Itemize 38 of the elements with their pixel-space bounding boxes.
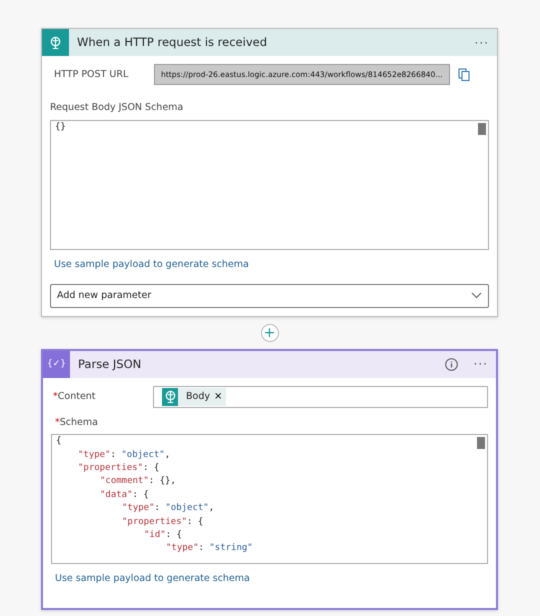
dropdown-value: Add new parameter — [57, 288, 152, 303]
card-title: Parse JSON — [78, 356, 142, 373]
token-label: Body — [186, 390, 210, 404]
code-line: { — [55, 435, 62, 448]
field-label: Schema — [60, 416, 98, 428]
field-label: Request Body JSON Schema — [50, 101, 184, 116]
code-line: "properties": { — [121, 516, 204, 529]
more-button[interactable]: ··· — [474, 34, 489, 52]
code-editor[interactable]: {} — [50, 120, 489, 250]
code-line: "type": "string" — [165, 542, 253, 556]
required-mark: * — [53, 390, 58, 402]
more-button[interactable]: ··· — [474, 355, 488, 374]
required-mark: * — [55, 416, 60, 428]
code-line: "data": { — [99, 488, 149, 502]
sample-payload-link[interactable]: Use sample payload to generate schema — [55, 572, 250, 586]
code-line: {} — [54, 120, 66, 134]
copy-icon[interactable] — [458, 68, 470, 81]
body-token[interactable]: Body × — [162, 388, 226, 406]
info-icon[interactable] — [444, 358, 458, 371]
scrollbar-thumb[interactable] — [478, 122, 486, 135]
chevron-down-icon — [471, 292, 482, 299]
code-line: "type": "object", — [121, 502, 214, 516]
code-editor[interactable]: { "type": "object", "properties": { "comment": {}, "data": { "type": "object", "properties": { "id": { "type": "string" — [51, 434, 488, 564]
code-line: "properties": { — [77, 462, 160, 475]
code-line: "id": { — [143, 528, 182, 542]
remove-button[interactable]: × — [210, 389, 226, 404]
sample-payload-link[interactable]: Use sample payload to generate schema — [54, 258, 249, 272]
code-line: "type": "object", — [77, 448, 170, 462]
field-label: HTTP POST URL — [54, 68, 130, 82]
action-icon: {✓} — [43, 350, 70, 378]
field-label: Content — [58, 390, 96, 402]
scrollbar-thumb[interactable] — [477, 437, 485, 450]
code-line: "comment": {}, — [99, 475, 176, 488]
content-field[interactable]: Body × — [153, 386, 488, 408]
globe-icon — [164, 390, 176, 404]
parameter-dropdown[interactable]: Add new parameter — [50, 284, 489, 308]
card-title: When a HTTP request is received — [77, 34, 268, 51]
globe-icon — [49, 36, 62, 49]
